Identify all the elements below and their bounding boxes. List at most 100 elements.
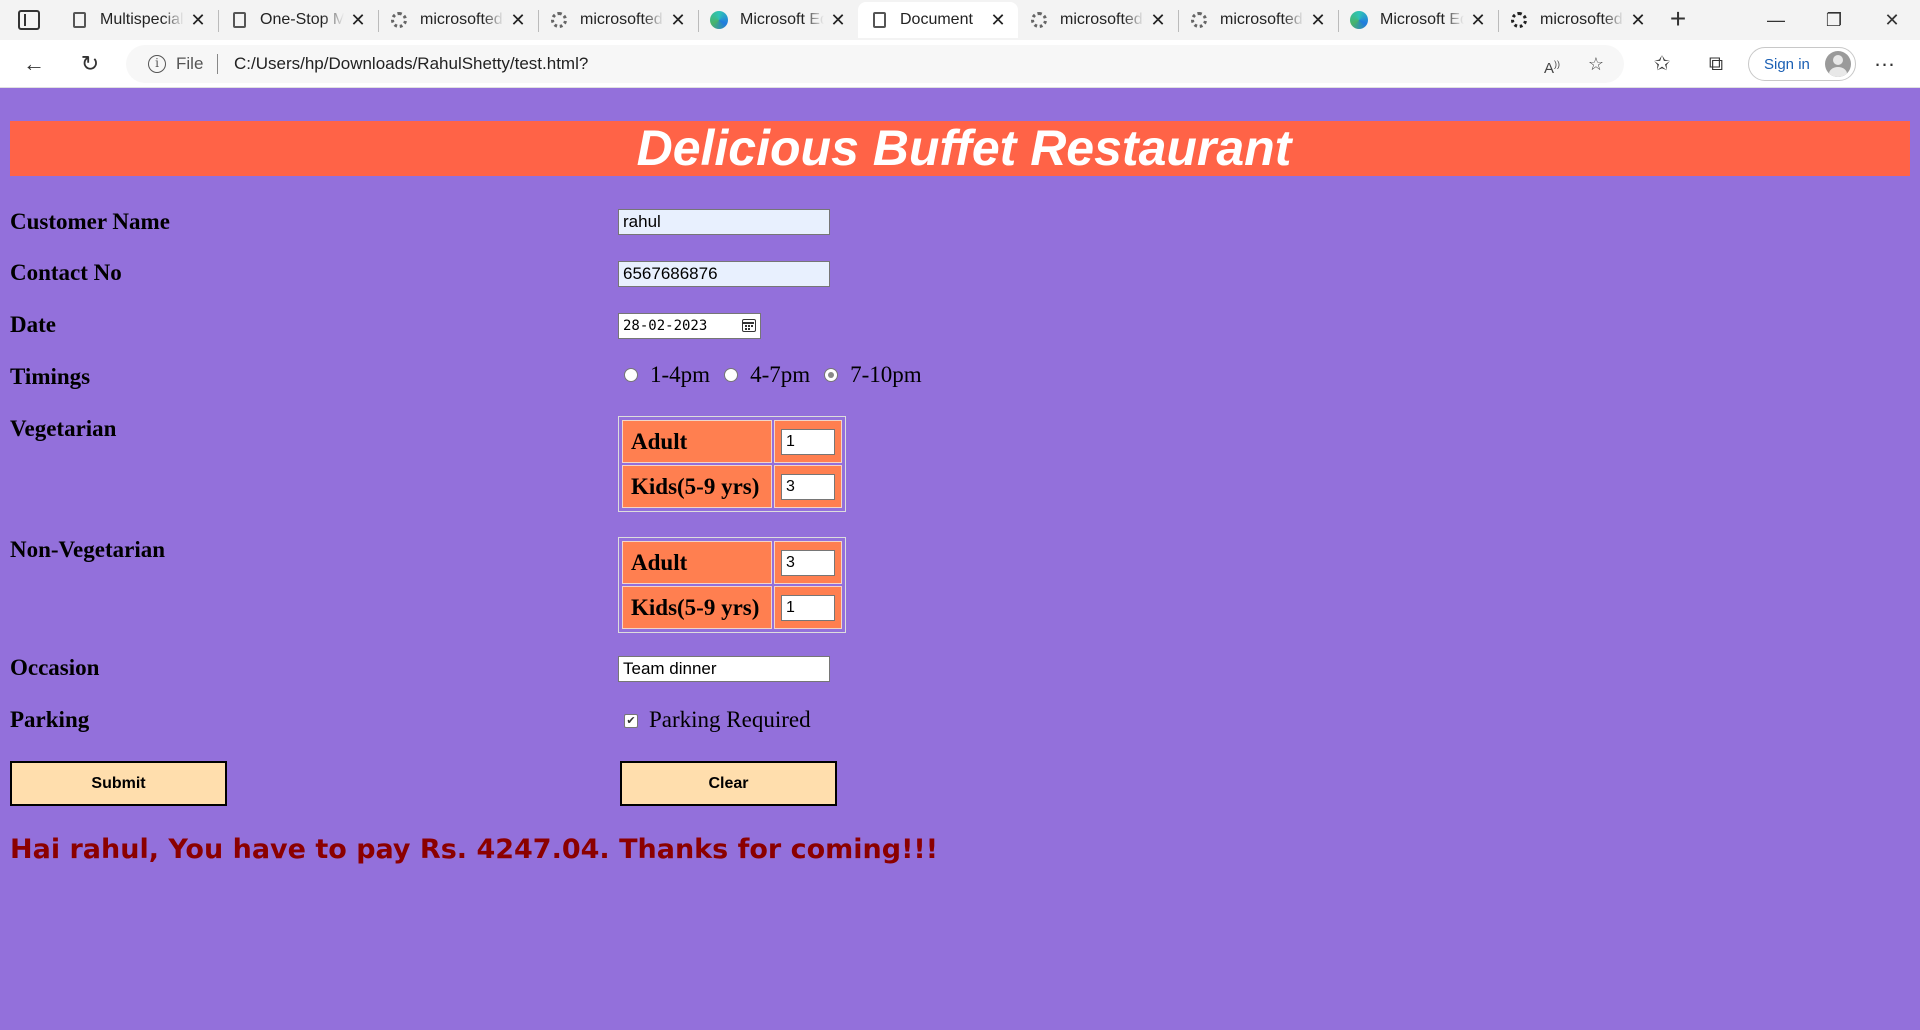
- sign-in-label: Sign in: [1764, 55, 1810, 73]
- document-icon: [870, 11, 888, 29]
- timing-option-label: 1-4pm: [650, 362, 711, 387]
- page-title: Delicious Buffet Restaurant: [636, 120, 1292, 176]
- back-arrow-icon[interactable]: ←: [18, 48, 50, 80]
- tab-title: Document: [900, 11, 973, 28]
- non-vegetarian-label: Non-Vegetarian: [10, 537, 166, 562]
- veg-adult-label: Adult: [622, 420, 772, 463]
- tab-title: Microsoft Edge: [1380, 11, 1464, 28]
- tab-one-stop[interactable]: One-Stop Mobile ✕: [218, 2, 378, 38]
- sign-in-button[interactable]: Sign in: [1748, 47, 1856, 81]
- restaurant-banner: Delicious Buffet Restaurant: [10, 121, 1910, 176]
- add-favorite-icon[interactable]: ☆: [1584, 53, 1608, 75]
- page-content: Delicious Buffet Restaurant Customer Nam…: [0, 88, 1920, 1030]
- nonveg-kids-input[interactable]: [781, 594, 835, 621]
- gear-icon: [390, 11, 408, 29]
- parking-required-label: Parking Required: [649, 707, 811, 732]
- avatar-icon: [1825, 51, 1851, 77]
- timing-radio-4-7pm[interactable]: [724, 368, 739, 382]
- tab-document[interactable]: Document ✕: [858, 2, 1018, 38]
- submit-button[interactable]: Submit: [10, 761, 227, 806]
- table-row: Adult: [622, 541, 842, 584]
- parking-label: Parking: [10, 707, 90, 732]
- close-window-button[interactable]: ✕: [1864, 0, 1920, 40]
- tab-microsoftedge-5[interactable]: microsoftedge ✕: [1498, 2, 1658, 38]
- document-icon: [230, 11, 248, 29]
- tab-title: microsoftedge: [420, 11, 504, 28]
- table-row: Adult: [622, 420, 842, 463]
- tab-microsoftedge-4[interactable]: microsoftedge ✕: [1178, 2, 1338, 38]
- tab-actions-icon[interactable]: [18, 10, 40, 30]
- gear-icon: [1190, 11, 1208, 29]
- close-icon[interactable]: ✕: [190, 10, 206, 31]
- tab-microsoftedge-2[interactable]: microsoftedge ✕: [538, 2, 698, 38]
- address-url[interactable]: C:/Users/hp/Downloads/RahulShetty/test.h…: [234, 54, 588, 74]
- nonveg-adult-label: Adult: [622, 541, 772, 584]
- tab-title: microsoftedge: [1540, 11, 1624, 28]
- favorites-icon[interactable]: ✩: [1648, 52, 1676, 76]
- edge-icon: [1350, 11, 1368, 29]
- customer-name-input[interactable]: [618, 209, 830, 235]
- tab-microsoftedge-3[interactable]: microsoftedge ✕: [1018, 2, 1178, 38]
- parking-checkbox[interactable]: ✔: [624, 714, 638, 728]
- calendar-icon[interactable]: [742, 319, 756, 332]
- timing-option-label: 7-10pm: [850, 362, 922, 387]
- non-vegetarian-table: Adult Kids(5-9 yrs): [618, 537, 846, 633]
- timing-radio-7-10pm[interactable]: [824, 368, 839, 382]
- date-label: Date: [10, 312, 56, 337]
- minimize-button[interactable]: —: [1748, 0, 1804, 40]
- timings-radio-group: 1-4pm 4-7pm 7-10pm: [624, 362, 936, 388]
- restore-button[interactable]: ❐: [1806, 0, 1862, 40]
- read-aloud-icon[interactable]: A)): [1540, 53, 1564, 77]
- contact-no-label: Contact No: [10, 260, 122, 285]
- date-value: 28-02-2023: [623, 318, 708, 334]
- gear-icon: [1510, 11, 1528, 29]
- more-options-icon[interactable]: …: [1870, 48, 1900, 76]
- gear-icon: [550, 11, 568, 29]
- close-icon[interactable]: ✕: [990, 10, 1006, 31]
- clear-button[interactable]: Clear: [620, 761, 837, 806]
- veg-kids-label: Kids(5-9 yrs): [622, 465, 772, 508]
- collections-icon[interactable]: ⧉: [1702, 52, 1730, 76]
- address-divider: [217, 54, 218, 74]
- close-icon[interactable]: ✕: [1150, 10, 1166, 31]
- gear-icon: [1030, 11, 1048, 29]
- nonveg-adult-input[interactable]: [781, 549, 835, 576]
- vegetarian-label: Vegetarian: [10, 416, 117, 441]
- contact-no-input[interactable]: [618, 261, 830, 287]
- customer-name-label: Customer Name: [10, 209, 170, 234]
- occasion-label: Occasion: [10, 655, 100, 680]
- vegetarian-table: Adult Kids(5-9 yrs): [618, 416, 846, 512]
- browser-toolbar: ← ↻ i File C:/Users/hp/Downloads/RahulSh…: [0, 40, 1920, 88]
- refresh-icon[interactable]: ↻: [74, 48, 106, 80]
- tab-microsoftedge-1[interactable]: microsoftedge ✕: [378, 2, 538, 38]
- tab-microsoft-edge-1[interactable]: Microsoft Edge ✕: [698, 2, 858, 38]
- date-input[interactable]: 28-02-2023: [618, 313, 761, 339]
- close-icon[interactable]: ✕: [830, 10, 846, 31]
- new-tab-button[interactable]: +: [1662, 4, 1694, 36]
- timings-label: Timings: [10, 364, 91, 389]
- result-message: Hai rahul, You have to pay Rs. 4247.04. …: [10, 834, 939, 865]
- tab-list: Multispecialty ✕ One-Stop Mobile ✕ micro…: [58, 2, 1658, 40]
- timing-option-label: 4-7pm: [750, 362, 811, 387]
- veg-adult-input[interactable]: [781, 428, 835, 455]
- tab-multispecialty[interactable]: Multispecialty ✕: [58, 2, 218, 38]
- close-icon[interactable]: ✕: [670, 10, 686, 31]
- address-bar[interactable]: i File C:/Users/hp/Downloads/RahulShetty…: [126, 45, 1624, 83]
- close-icon[interactable]: ✕: [1630, 10, 1646, 31]
- close-icon[interactable]: ✕: [1470, 10, 1486, 31]
- veg-kids-input[interactable]: [781, 473, 835, 500]
- address-scheme-label: File: [176, 54, 204, 73]
- nonveg-kids-label: Kids(5-9 yrs): [622, 586, 772, 629]
- close-icon[interactable]: ✕: [510, 10, 526, 31]
- info-icon[interactable]: i: [148, 55, 166, 73]
- document-icon: [70, 11, 88, 29]
- table-row: Kids(5-9 yrs): [622, 465, 842, 508]
- close-icon[interactable]: ✕: [350, 10, 366, 31]
- tab-microsoft-edge-2[interactable]: Microsoft Edge ✕: [1338, 2, 1498, 38]
- tab-title: microsoftedge: [1220, 11, 1304, 28]
- close-icon[interactable]: ✕: [1310, 10, 1326, 31]
- timing-radio-1-4pm[interactable]: [624, 368, 638, 382]
- occasion-input[interactable]: [618, 656, 830, 682]
- edge-icon: [710, 11, 728, 29]
- tab-title: Multispecialty: [100, 11, 184, 28]
